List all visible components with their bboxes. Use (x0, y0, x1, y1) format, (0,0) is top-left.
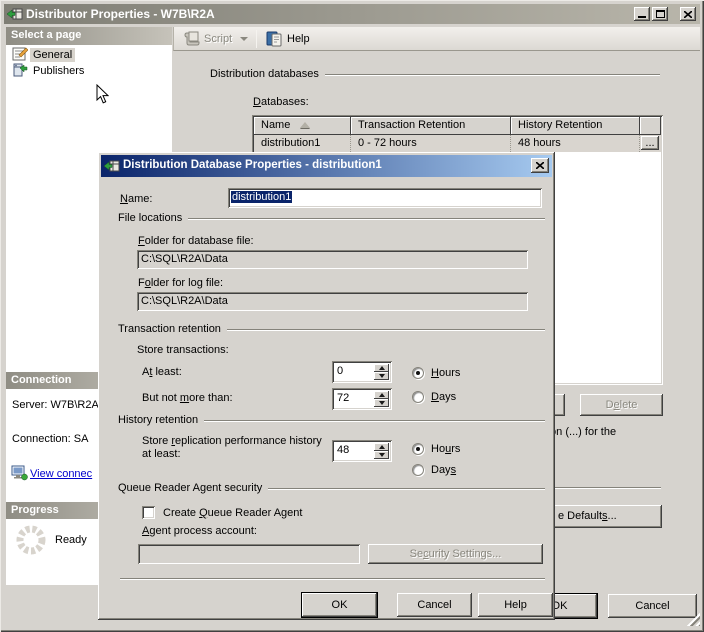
hours-radio[interactable] (412, 367, 424, 379)
modal-title: Distribution Database Properties - distr… (123, 159, 382, 171)
maximize-button[interactable] (652, 7, 668, 21)
days-radio-label[interactable]: Days (431, 391, 456, 403)
cell-transaction-retention: 0 - 72 hours (351, 135, 511, 152)
view-connection-link[interactable]: View connec (30, 468, 92, 480)
spin-down-button[interactable] (374, 451, 389, 459)
close-button[interactable] (680, 7, 696, 21)
history-retention-group: History retention (118, 414, 545, 426)
group-rule (324, 74, 660, 76)
replication-icon (103, 158, 120, 177)
name-input[interactable]: distribution1 (228, 188, 542, 208)
table-header-row: Name Transaction Retention History Reten… (254, 117, 661, 135)
column-header-blank[interactable] (640, 117, 661, 135)
spin-down-button[interactable] (374, 399, 389, 407)
help-button[interactable]: Help (287, 33, 310, 45)
modal-ok-button[interactable]: OK (302, 593, 377, 617)
modal-titlebar[interactable]: Distribution Database Properties - distr… (101, 155, 552, 177)
progress-status: Ready (55, 534, 87, 546)
databases-label: Databases: (253, 96, 309, 108)
days-radio[interactable] (412, 391, 424, 403)
store-transactions-label: Store transactions: (137, 344, 229, 356)
history-hours-radio-label[interactable]: Hours (431, 443, 460, 455)
sidebar-item-label: Publishers (33, 65, 85, 77)
distributor-properties-window: Distributor Properties - W7B\R2A Select … (0, 0, 704, 632)
agent-account-label: Agent process account: (142, 525, 257, 537)
at-least-spinner[interactable]: 0 (332, 361, 392, 383)
agent-account-input[interactable] (138, 544, 360, 564)
history-days-radio[interactable] (412, 464, 424, 476)
distribution-databases-group: Distribution databases (210, 68, 660, 80)
cell-name: distribution1 (254, 135, 351, 152)
connection-server: Server: W7B\R2A (12, 399, 99, 411)
maximize-icon (655, 10, 665, 18)
selected-text: distribution1 (231, 191, 293, 203)
folder-database-label: Folder for database file: (138, 235, 254, 247)
folder-database-input[interactable]: C:\SQL\R2A\Data (137, 250, 528, 269)
group-title: Distribution databases (210, 68, 319, 80)
select-page-header: Select a page (6, 27, 172, 45)
sidebar-item-label: General (30, 48, 76, 62)
view-connection-icon (11, 465, 28, 484)
sort-ascending-icon (300, 122, 311, 128)
create-queue-reader-label[interactable]: Create Queue Reader Agent (163, 507, 302, 519)
close-icon (536, 162, 544, 169)
help-icon (266, 30, 283, 50)
delete-button[interactable]: De lete (580, 394, 663, 416)
connection-user: Connection: SA (12, 433, 89, 445)
table-row[interactable]: distribution1 0 - 72 hours 48 hours ... (254, 135, 661, 152)
script-button[interactable]: Script (204, 33, 232, 45)
spin-up-button[interactable] (374, 443, 389, 451)
not-more-label: But not more than: (142, 392, 233, 404)
modal-footer-divider (120, 578, 545, 580)
modal-help-button[interactable]: Help (478, 593, 553, 617)
hint-text-fragment: ton (...) for the (547, 426, 617, 438)
distribution-database-properties-dialog: Distribution Database Properties - distr… (98, 152, 555, 620)
spin-up-button[interactable] (374, 391, 389, 399)
modal-cancel-button[interactable]: Cancel (397, 593, 472, 617)
create-queue-reader-checkbox[interactable] (142, 506, 155, 519)
store-history-label: Store replication performance history at… (142, 435, 322, 460)
history-days-radio-label[interactable]: Days (431, 464, 456, 476)
mouse-cursor (96, 83, 110, 107)
browse-properties-button[interactable]: ... (641, 136, 659, 150)
at-least-label: At least: (142, 366, 182, 378)
modal-close-button[interactable] (531, 158, 549, 173)
toolbar: Script Help (173, 27, 700, 51)
column-header-history-retention[interactable]: History Retention (511, 117, 640, 135)
transaction-retention-group: Transaction retention (118, 323, 545, 335)
progress-spinner-icon (15, 524, 47, 559)
not-more-spinner[interactable]: 72 (332, 388, 392, 410)
hours-radio-label[interactable]: Hours (431, 367, 460, 379)
replication-icon (6, 6, 23, 25)
script-icon (183, 31, 200, 49)
history-hours-radio[interactable] (412, 443, 424, 455)
column-header-name[interactable]: Name (254, 117, 351, 135)
folder-log-input[interactable]: C:\SQL\R2A\Data (137, 292, 528, 311)
file-locations-group: File locations (118, 212, 545, 224)
publishers-page-icon (12, 63, 28, 81)
history-spinner[interactable]: 48 (332, 440, 392, 462)
spin-up-button[interactable] (374, 364, 389, 372)
spin-down-button[interactable] (374, 372, 389, 380)
close-icon (684, 10, 692, 18)
minimize-button[interactable] (634, 7, 650, 21)
window-title: Distributor Properties - W7B\R2A (26, 7, 215, 21)
name-label: Name: (120, 193, 153, 205)
queue-security-group: Queue Reader Agent security (118, 482, 545, 494)
window-titlebar[interactable]: Distributor Properties - W7B\R2A (4, 4, 700, 24)
folder-log-label: Folder for log file: (138, 277, 224, 289)
cell-history-retention: 48 hours (511, 135, 640, 152)
toolbar-separator (256, 30, 257, 48)
minimize-icon (638, 16, 646, 18)
dialog-cancel-button[interactable]: Cancel (608, 594, 697, 618)
security-settings-button[interactable]: Se c urity Settings... (368, 544, 543, 564)
script-dropdown-icon[interactable] (240, 37, 248, 41)
column-header-transaction-retention[interactable]: Transaction Retention (351, 117, 511, 135)
